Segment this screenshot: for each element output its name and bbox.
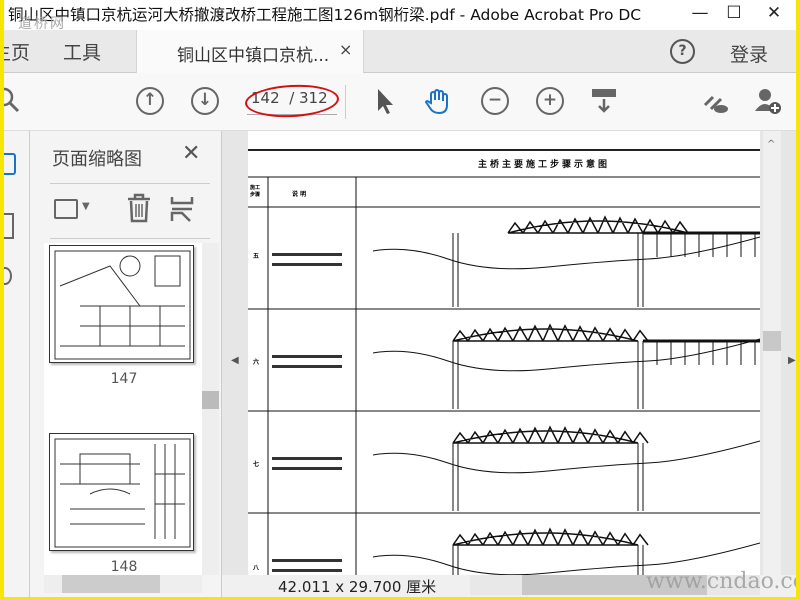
hand-tool-icon[interactable] xyxy=(424,87,452,115)
thumbnail-list: 147 148 xyxy=(44,243,208,575)
attachments-nav-icon[interactable] xyxy=(4,267,12,285)
description-text xyxy=(272,365,342,368)
pier xyxy=(452,341,459,409)
expand-right-pane-icon[interactable]: ▶ xyxy=(788,355,796,366)
row-step: 五 xyxy=(253,253,260,260)
truss-span xyxy=(452,527,649,546)
status-bar: 42.011 x 29.700 厘米 www.cndao.com xyxy=(222,569,796,597)
close-panel-icon[interactable]: ✕ xyxy=(182,141,200,166)
help-icon[interactable]: ? xyxy=(670,39,695,64)
row-step: 七 xyxy=(253,461,260,468)
row-step: 八 xyxy=(253,565,260,572)
chevron-down-icon[interactable]: ▼ xyxy=(82,201,90,212)
maximize-button[interactable]: ☐ xyxy=(714,0,754,30)
thumbnail-label: 148 xyxy=(110,559,138,575)
truss-span xyxy=(452,425,649,444)
share-link-icon[interactable] xyxy=(701,87,729,115)
truss-span xyxy=(507,215,689,234)
zoom-out-icon[interactable]: − xyxy=(481,87,509,115)
toolbar: ↑ ↓ 142 / 312 − + xyxy=(4,73,796,131)
pier xyxy=(452,233,459,307)
bookmarks-nav-icon[interactable] xyxy=(4,213,14,239)
panel-vertical-scrollbar[interactable] xyxy=(202,243,219,575)
thumbnails-panel: 页面缩略图 ✕ ▼ 147 148 xyxy=(30,131,222,597)
page-dimensions: 42.011 x 29.700 厘米 xyxy=(278,578,437,596)
description-text xyxy=(272,263,342,266)
description-text xyxy=(272,355,342,358)
truss-span xyxy=(452,323,649,342)
window-title: 铜山区中镇口京杭运河大桥撤渡改桥工程施工图126m钢桁梁.pdf - Adobe… xyxy=(8,6,642,24)
pier xyxy=(637,443,644,511)
search-icon[interactable] xyxy=(4,87,22,115)
tab-home[interactable]: 主页 xyxy=(4,38,30,65)
previous-page-icon[interactable]: ↑ xyxy=(136,87,164,115)
fit-page-icon[interactable] xyxy=(590,87,618,115)
collapse-panel-arrow-icon[interactable]: ◀ xyxy=(231,355,239,366)
row-step: 六 xyxy=(253,359,260,366)
description-text xyxy=(272,569,342,572)
add-user-icon[interactable] xyxy=(754,87,782,115)
riverbed-line xyxy=(372,440,760,474)
pdf-page[interactable]: 主桥主要施工步骤示意图 施工步骤 说 明 五 六 七 八 xyxy=(248,131,760,575)
close-window-button[interactable]: ✕ xyxy=(754,0,794,30)
thumbnails-nav-icon[interactable] xyxy=(4,153,16,175)
extract-page-icon[interactable] xyxy=(170,195,194,223)
acrobat-window: 铜山区中镇口京杭运河大桥撤渡改桥工程施工图126m钢桁梁.pdf - Adobe… xyxy=(4,0,796,597)
thumbnail-options-icon[interactable] xyxy=(54,199,78,219)
description-text xyxy=(272,457,342,460)
title-bar: 铜山区中镇口京杭运河大桥撤渡改桥工程施工图126m钢桁梁.pdf - Adobe… xyxy=(4,0,796,32)
pier xyxy=(452,443,459,511)
divider xyxy=(50,183,210,184)
divider xyxy=(345,85,346,119)
riverbed-line xyxy=(372,236,760,270)
thumbnail-label: 147 xyxy=(110,371,138,387)
description-text xyxy=(272,253,342,256)
watermark-text: www.cndao.com xyxy=(646,569,796,594)
description-text xyxy=(272,467,342,470)
tab-document-label: 铜山区中镇口京杭... xyxy=(177,46,330,66)
header-description: 说 明 xyxy=(292,191,307,198)
delete-page-icon[interactable] xyxy=(125,193,153,223)
thumbnail-page-148[interactable] xyxy=(49,433,194,551)
panel-horizontal-scrollbar[interactable] xyxy=(44,575,202,593)
header-step: 施工步骤 xyxy=(250,185,261,198)
select-cursor-icon[interactable] xyxy=(372,87,400,115)
construction-drawing xyxy=(248,176,760,575)
pier xyxy=(452,545,459,575)
next-page-icon[interactable]: ↓ xyxy=(191,87,219,115)
thumbnail-page-147[interactable] xyxy=(49,245,194,363)
login-button[interactable]: 登录 xyxy=(730,40,768,67)
document-view: ◀ 主桥主要施工步骤示意图 施工步骤 说 明 五 六 七 八 ^ ▶ xyxy=(222,131,796,575)
zoom-in-icon[interactable]: + xyxy=(536,87,564,115)
tab-tools[interactable]: 工具 xyxy=(63,38,101,65)
left-nav xyxy=(4,131,30,597)
close-tab-icon[interactable]: × xyxy=(339,40,352,59)
pier xyxy=(637,341,644,409)
tab-bar: 主页 工具 铜山区中镇口京杭... × ? 登录 xyxy=(4,30,796,73)
divider xyxy=(50,238,210,239)
document-vertical-scrollbar[interactable]: ^ xyxy=(763,131,781,575)
tab-document[interactable]: 铜山区中镇口京杭... × xyxy=(136,30,364,73)
riverbed-line xyxy=(372,338,760,372)
pier xyxy=(637,545,644,575)
pier xyxy=(637,233,644,307)
description-text xyxy=(272,559,342,562)
panel-title: 页面缩略图 xyxy=(52,149,142,170)
